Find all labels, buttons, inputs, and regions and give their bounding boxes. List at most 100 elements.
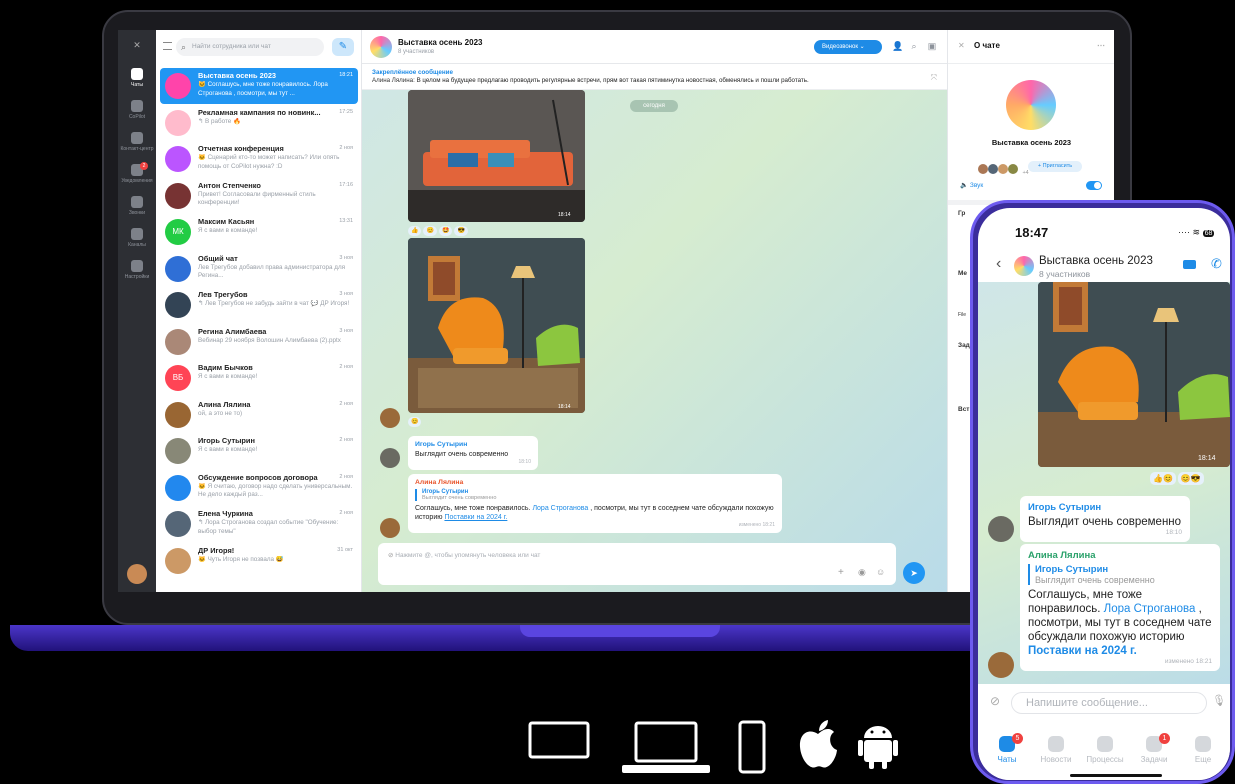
photo-message-chair[interactable]: 18:14: [408, 238, 585, 413]
members-avatars[interactable]: +4: [978, 161, 1029, 176]
mobile-message-reply[interactable]: Алина Лялина Игорь Сутырин Выглядит очен…: [1020, 544, 1220, 671]
rail-item[interactable]: Настройки: [118, 260, 156, 280]
search-icon[interactable]: ⌕: [909, 41, 919, 51]
mobile-attach-icon[interactable]: ⊘: [990, 694, 1000, 708]
photo-time-2: 18:14: [558, 404, 571, 410]
chat-preview: ↰ В работе 🔥: [198, 117, 241, 125]
filter-icon[interactable]: [163, 42, 172, 50]
close-button[interactable]: ✕: [118, 40, 156, 51]
info-title: О чате: [974, 41, 1000, 50]
chat-preview: 🐱 Я считаю, договор надо сделать универс…: [198, 482, 353, 499]
mobile-tab-2[interactable]: Процессы: [1080, 736, 1130, 764]
tab-label: Новости: [1040, 755, 1072, 764]
search-input[interactable]: Найти сотрудника или чат: [176, 38, 324, 56]
add-member-icon[interactable]: 👤: [892, 41, 903, 51]
chat-title[interactable]: Выставка осень 2023: [398, 38, 482, 47]
chat-list-item[interactable]: Елена Чуркина 2 ноя ↰ Лора Строганова созд…: [160, 506, 358, 542]
quoted-reply[interactable]: Игорь Сутырин Выглядит очень современно: [415, 489, 775, 501]
chat-list-item[interactable]: Антон Степченко 17:16 Привет! Согласовали …: [160, 178, 358, 214]
mobile-tab-3[interactable]: Задачи 1: [1129, 733, 1179, 764]
mobile-avatar-alina[interactable]: [988, 652, 1014, 678]
send-button[interactable]: ➤: [903, 562, 925, 584]
chat-time: 2 ноя: [339, 364, 353, 370]
new-chat-button[interactable]: ✎: [332, 38, 354, 56]
video-call-icon[interactable]: [1183, 260, 1196, 269]
chat-list-item[interactable]: Алина Лялина 2 ноя ой, а это не то): [160, 397, 358, 433]
chat-preview: Я с вами в команде!: [198, 446, 258, 453]
sound-toggle[interactable]: [1086, 181, 1102, 190]
rail-item[interactable]: CoPilot: [118, 100, 156, 120]
rail-item[interactable]: Уведомления 2: [118, 162, 156, 184]
rail-label: Уведомления: [121, 178, 153, 184]
reactions-row-2[interactable]: 😊: [408, 417, 423, 427]
mobile-reactions[interactable]: 👍😊 😊😎: [1150, 472, 1206, 485]
message-composer[interactable]: ⊘ Нажмите @, чтобы упомянуть человека ил…: [378, 543, 896, 585]
rail-label: Чаты: [131, 82, 143, 88]
message-bubble-reply[interactable]: Алина Лялина Игорь Сутырин Выглядит очен…: [408, 474, 782, 533]
message-sender[interactable]: Алина Лялина: [415, 479, 775, 486]
chat-list-item[interactable]: ВБ Вадим Бычков 2 ноя Я с вами в команде!: [160, 360, 358, 396]
chat-list-item[interactable]: Лев Трегубов 3 ноя ↰ Лев Трегубов не забуд…: [160, 287, 358, 323]
message-bubble[interactable]: Игорь Сутырин Выглядит очень современно …: [408, 436, 538, 470]
user-avatar[interactable]: [127, 564, 147, 584]
mobile-chat-link[interactable]: Поставки на 2024 г.: [1028, 645, 1137, 657]
laptop-notch: [520, 625, 720, 637]
mobile-photo-chair[interactable]: 18:14: [1038, 282, 1230, 467]
emoji-icon[interactable]: ☺: [876, 567, 885, 577]
sticker-icon[interactable]: ◉: [858, 567, 866, 578]
mobile-tab-1[interactable]: Новости: [1031, 736, 1081, 764]
plus-icon[interactable]: +: [838, 567, 844, 578]
photo-message-sofa[interactable]: 18:14: [408, 90, 585, 222]
battery-icon: 68: [1202, 230, 1215, 237]
phone-call-icon[interactable]: ✆: [1211, 256, 1222, 272]
chat-time: 17:16: [339, 181, 353, 188]
mic-icon[interactable]: 🎙: [1212, 694, 1226, 707]
mobile-message-sender[interactable]: Алина Лялина: [1028, 550, 1212, 561]
chat-list-item[interactable]: Отчетная конференция 2 ноя 🐱 Сценарий кто-…: [160, 141, 358, 177]
chat-name: Игорь Сутырин: [198, 436, 255, 445]
rail-label: Настройки: [124, 274, 150, 280]
sidebar-toggle-icon[interactable]: ▣: [927, 41, 937, 51]
chat-link[interactable]: Поставки на 2024 г.: [444, 514, 507, 521]
chat-name: Обсуждение вопросов договора: [198, 472, 318, 482]
chat-list-item[interactable]: ДР Игоря! 31 окт 🐱 Чуть Игоря не позвала 😅: [160, 543, 358, 579]
mobile-message-sender[interactable]: Игорь Сутырин: [1028, 502, 1182, 513]
chat-list-item[interactable]: Обсуждение вопросов договора 2 ноя 🐱 Я счи…: [160, 470, 358, 506]
invite-button[interactable]: + Пригласить: [1028, 161, 1082, 172]
reactions-row[interactable]: 👍 😊 🤩 😎: [408, 226, 470, 236]
chat-list-item[interactable]: Регина Алимбаева 3 ноя Вебинар 29 ноября В…: [160, 324, 358, 360]
rail-item[interactable]: Контакт-центр: [118, 132, 156, 152]
mobile-chat-avatar[interactable]: [1014, 256, 1034, 276]
chat-list-item[interactable]: Игорь Сутырин 2 ноя Я с вами в команде!: [160, 433, 358, 469]
unpin-icon[interactable]: ⤧: [931, 73, 937, 83]
chat-name: Регина Алимбаева: [198, 326, 267, 336]
sender-avatar-alina-2[interactable]: [380, 518, 400, 538]
mobile-tab-4[interactable]: Еще: [1178, 736, 1228, 764]
mobile-avatar-igor[interactable]: [988, 516, 1014, 542]
sound-label: Звук: [969, 182, 984, 189]
more-icon[interactable]: ⋯: [1097, 41, 1105, 50]
sender-avatar-alina[interactable]: [380, 408, 400, 428]
back-icon[interactable]: ‹: [996, 255, 1001, 273]
mobile-message-input[interactable]: Напишите сообщение...: [1011, 692, 1207, 714]
chat-list-item[interactable]: МК Максим Касьян 13:31 Я с вами в команде!: [160, 214, 358, 250]
rail-item[interactable]: Каналы: [118, 228, 156, 248]
chat-avatar[interactable]: [370, 36, 392, 58]
mention-link[interactable]: Лора Строганова: [532, 505, 588, 512]
mobile-message-bubble[interactable]: Игорь Сутырин Выглядит очень современно …: [1020, 496, 1190, 542]
chat-avatar: ВБ: [165, 365, 191, 391]
rail-item[interactable]: Чаты: [118, 68, 156, 88]
close-icon[interactable]: ✕: [958, 41, 965, 50]
mobile-quoted-reply[interactable]: Игорь Сутырин Выглядит очень современно: [1028, 564, 1212, 585]
chat-list-item[interactable]: Общий чат 3 ноя Лев Трегубов добавил права…: [160, 251, 358, 287]
pinned-message[interactable]: Закреплённое сообщение Алина Лялина: В ц…: [362, 64, 947, 90]
mobile-mention-link[interactable]: Лора Строганова: [1104, 603, 1196, 615]
video-call-button[interactable]: Видеозвонок ⌄: [814, 40, 882, 54]
rail-item[interactable]: Звонки: [118, 196, 156, 216]
message-sender[interactable]: Игорь Сутырин: [415, 441, 531, 448]
chat-list-item[interactable]: Выставка осень 2023 18:21 🐱 Соглашусь, мне…: [160, 68, 358, 104]
sender-avatar-igor[interactable]: [380, 448, 400, 468]
chat-list-item[interactable]: Рекламная кампания по новинк... 17:25 ↰ В …: [160, 105, 358, 141]
mobile-tab-0[interactable]: Чаты 5: [982, 733, 1032, 764]
mobile-chat-title[interactable]: Выставка осень 2023: [1039, 255, 1153, 267]
